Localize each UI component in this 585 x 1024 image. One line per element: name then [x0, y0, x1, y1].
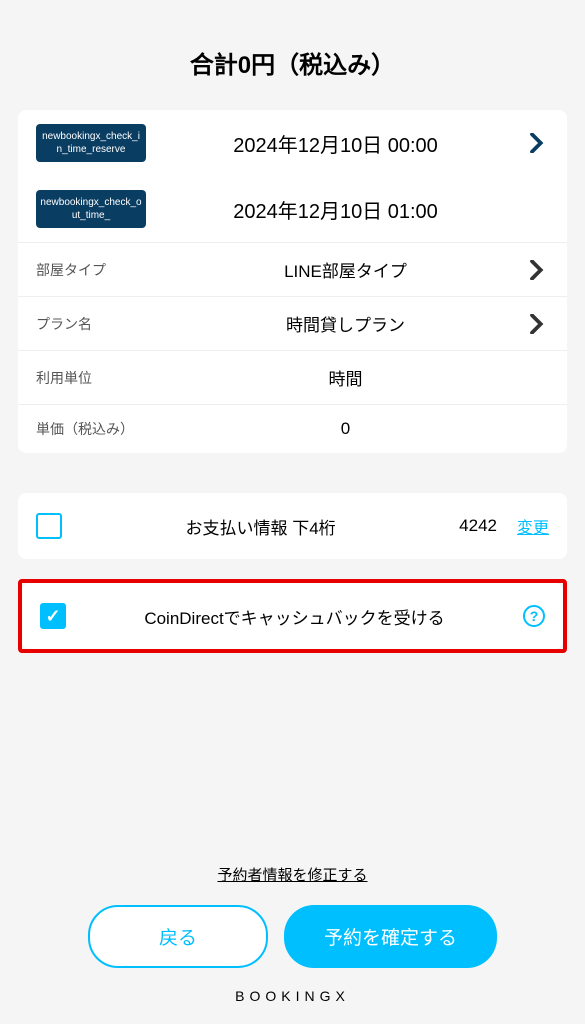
checkout-badge: newbookingx_check_out_time_: [36, 190, 146, 228]
payment-digits: 4242: [459, 516, 497, 536]
checkout-value: 2024年12月10日 01:00: [146, 195, 525, 224]
price-label: 単価（税込み）: [36, 419, 166, 439]
cashback-checkbox[interactable]: [40, 603, 66, 629]
plan-value: 時間貸しプラン: [166, 311, 525, 336]
unit-row: 利用単位 時間: [18, 351, 567, 405]
payment-info-row: お支払い情報 下4桁 4242 変更: [18, 493, 567, 559]
chevron-right-icon: [525, 312, 549, 336]
checkin-row[interactable]: newbookingx_check_in_time_reserve 2024年1…: [18, 110, 567, 176]
price-value: 0: [166, 419, 525, 439]
cashback-highlight: CoinDirectでキャッシュバックを受ける ?: [18, 579, 567, 653]
unit-label: 利用単位: [36, 368, 166, 388]
back-button[interactable]: 戻る: [88, 905, 268, 968]
checkin-badge: newbookingx_check_in_time_reserve: [36, 124, 146, 162]
unit-value: 時間: [166, 365, 525, 390]
total-amount-header: 合計0円（税込み）: [18, 0, 567, 110]
cashback-row: CoinDirectでキャッシュバックを受ける ?: [22, 583, 563, 649]
payment-label: お支払い情報 下4桁: [62, 514, 459, 539]
confirm-booking-button[interactable]: 予約を確定する: [284, 905, 497, 968]
checkin-value: 2024年12月10日 00:00: [146, 129, 525, 158]
checkout-row: newbookingx_check_out_time_ 2024年12月10日 …: [18, 176, 567, 243]
room-type-value: LINE部屋タイプ: [166, 257, 525, 282]
change-payment-link[interactable]: 変更: [517, 514, 549, 538]
help-icon[interactable]: ?: [523, 605, 545, 627]
plan-row[interactable]: プラン名 時間貸しプラン: [18, 297, 567, 351]
payment-checkbox[interactable]: [36, 513, 62, 539]
room-type-row[interactable]: 部屋タイプ LINE部屋タイプ: [18, 243, 567, 297]
booking-details-card: newbookingx_check_in_time_reserve 2024年1…: [18, 110, 567, 453]
cashback-label: CoinDirectでキャッシュバックを受ける: [66, 604, 523, 629]
edit-booker-info-link[interactable]: 予約者情報を修正する: [217, 864, 367, 885]
plan-label: プラン名: [36, 314, 166, 334]
room-type-label: 部屋タイプ: [36, 260, 166, 280]
chevron-right-icon: [525, 131, 549, 155]
chevron-right-icon: [525, 258, 549, 282]
brand-label: BOOKINGX: [20, 988, 565, 1004]
footer: 予約者情報を修正する 戻る 予約を確定する BOOKINGX: [0, 844, 585, 1024]
price-row: 単価（税込み） 0: [18, 405, 567, 453]
